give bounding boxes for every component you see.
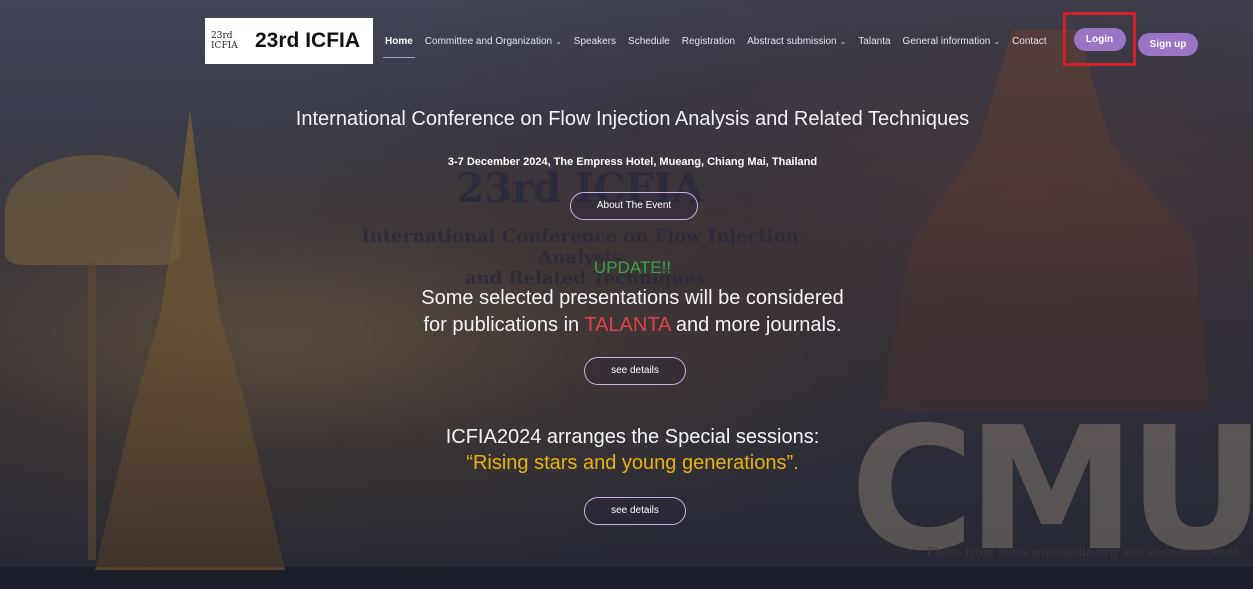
publication-pre: for publications in [423,314,580,336]
publication-post: and more journals. [675,314,842,336]
signup-button[interactable]: Sign up [1138,33,1198,56]
chevron-down-icon: ⌄ [839,36,847,46]
hero-subtitle: 3-7 December 2024, The Empress Hotel, Mu… [447,156,818,168]
hero-title: International Conference on Flow Injecti… [295,108,970,130]
nav-speakers[interactable]: Speakers [574,36,616,47]
see-details-button-publications[interactable]: see details [584,357,686,385]
nav-committee[interactable]: Committee and Organization ⌄ [425,36,562,47]
login-button[interactable]: Login [1073,27,1126,51]
nav-registration[interactable]: Registration [682,36,735,47]
special-line1: ICFIA2024 arranges the Special sessions: [445,426,820,448]
navbar: 23rd ICFIA 23rd ICFIA Home Committee and… [205,18,1047,64]
chevron-down-icon: ⌄ [555,36,562,46]
nav-general-label: General information [902,35,991,47]
see-details-button-special[interactable]: see details [584,497,686,525]
logo-mark: 23rd ICFIA [211,31,238,51]
nav-schedule[interactable]: Schedule [628,36,670,47]
nav-talanta[interactable]: Talanta [858,36,890,47]
nav-committee-label: Committee and Organization [424,35,553,47]
nav-abstract[interactable]: Abstract submission ⌄ [747,36,846,47]
nav-contact[interactable]: Contact [1012,36,1046,47]
special-sessions-notice: ICFIA2024 arranges the Special sessions:… [0,424,1253,476]
site-logo[interactable]: 23rd ICFIA 23rd ICFIA [205,18,373,64]
nav-abstract-label: Abstract submission [747,35,837,47]
chevron-down-icon: ⌄ [993,36,1001,46]
publication-line1: Some selected presentations will be cons… [421,287,844,309]
publication-notice: Some selected presentations will be cons… [0,285,1253,339]
nav-general[interactable]: General information ⌄ [903,36,1001,47]
about-event-button[interactable]: About The Event [570,192,698,220]
update-label: UPDATE!! [593,258,672,277]
nav-home[interactable]: Home [383,36,415,58]
login-highlight-box: Login [1063,12,1136,66]
talanta-highlight: TALANTA [584,314,671,336]
special-line2: “Rising stars and young generations”. [466,452,799,474]
photo-credit: Photo from www.wikimedia.org and www.cmu… [926,545,1241,559]
publication-line2: for publications in TALANTA and more jou… [0,312,1253,339]
nav-links: Home Committee and Organization ⌄ Speaker… [383,36,1047,58]
logo-text: 23rd ICFIA [255,29,361,52]
